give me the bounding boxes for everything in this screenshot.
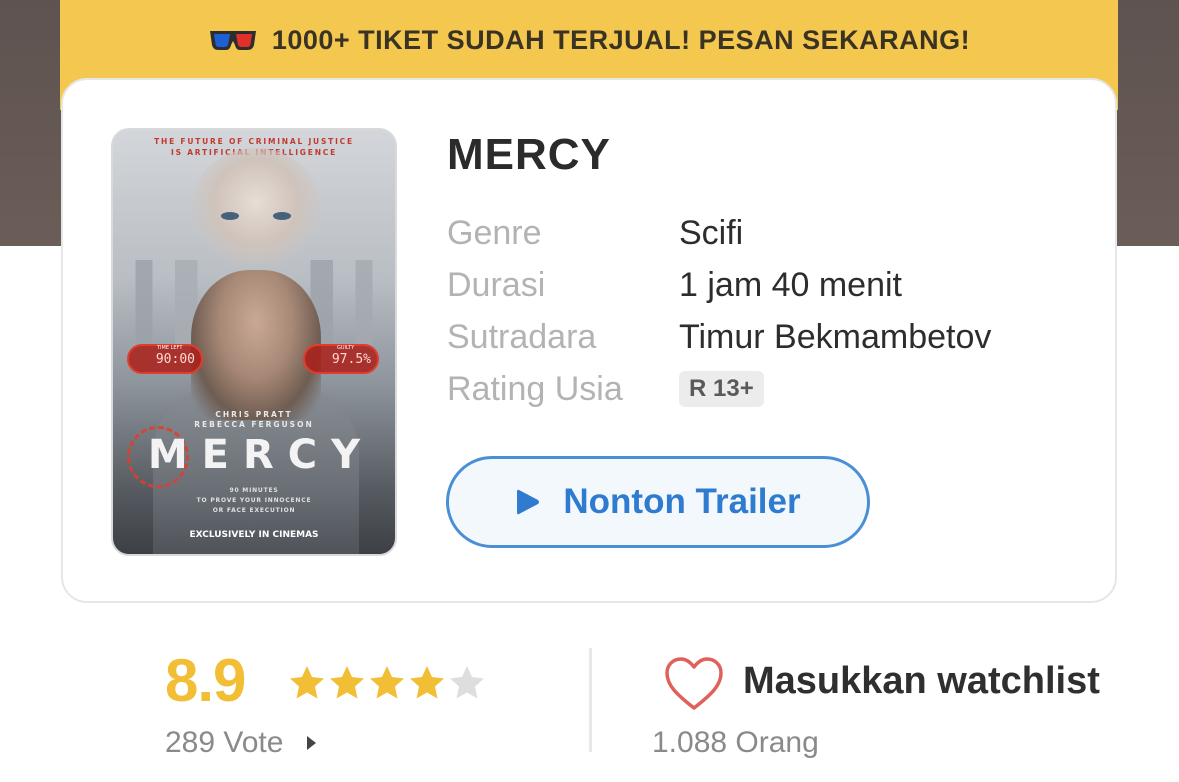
votes-link[interactable]: 289 Vote xyxy=(165,726,317,760)
detail-label-age-rating: Rating Usia xyxy=(447,370,623,408)
3d-glasses-icon xyxy=(209,31,256,50)
movie-poster[interactable]: THE FUTURE OF CRIMINAL JUSTICE IS ARTIFI… xyxy=(111,128,397,556)
rating-score: 8.9 xyxy=(165,647,246,714)
caret-right-icon xyxy=(307,736,317,750)
poster-exclusive-text: EXCLUSIVELY IN CINEMAS xyxy=(189,530,319,540)
star-empty-icon xyxy=(450,666,484,699)
poster-title: MERCY xyxy=(147,432,375,478)
heart-icon[interactable] xyxy=(664,656,724,712)
detail-label-genre: Genre xyxy=(447,214,542,252)
poster-hud-guilty: GUILTY 97.5% xyxy=(303,344,379,374)
detail-label-director: Sutradara xyxy=(447,318,597,356)
poster-face-man xyxy=(191,270,321,420)
poster-face-woman xyxy=(191,148,321,268)
watch-trailer-button[interactable]: Nonton Trailer xyxy=(446,456,870,548)
star-filled-icon xyxy=(330,666,364,699)
rating-stars xyxy=(288,664,486,702)
watchlist-count: 1.088 Orang xyxy=(652,726,819,759)
movie-card: THE FUTURE OF CRIMINAL JUSTICE IS ARTIFI… xyxy=(61,78,1117,603)
movie-title: MERCY xyxy=(447,130,611,179)
play-icon xyxy=(517,489,540,515)
star-filled-icon xyxy=(370,666,404,699)
detail-value-director: Timur Bekmambetov xyxy=(679,318,992,356)
detail-value-genre: Scifi xyxy=(679,214,744,252)
detail-label-duration: Durasi xyxy=(447,266,546,304)
star-filled-icon xyxy=(290,666,324,699)
detail-value-duration: 1 jam 40 menit xyxy=(679,266,902,304)
poster-subtitle: 90 MINUTES TO PROVE YOUR INNOCENCE OR FA… xyxy=(196,487,312,514)
section-divider xyxy=(589,648,592,752)
age-rating-badge: R 13+ xyxy=(679,371,764,407)
promo-banner-text: 1000+ TIKET SUDAH TERJUAL! PESAN SEKARAN… xyxy=(271,24,971,55)
star-filled-icon xyxy=(410,666,444,699)
watch-trailer-label: Nonton Trailer xyxy=(563,482,801,521)
add-watchlist-button[interactable]: Masukkan watchlist xyxy=(743,660,1100,703)
votes-count: 289 Vote xyxy=(165,726,284,759)
poster-hud-time: TIME LEFT 90:00 xyxy=(127,344,203,374)
